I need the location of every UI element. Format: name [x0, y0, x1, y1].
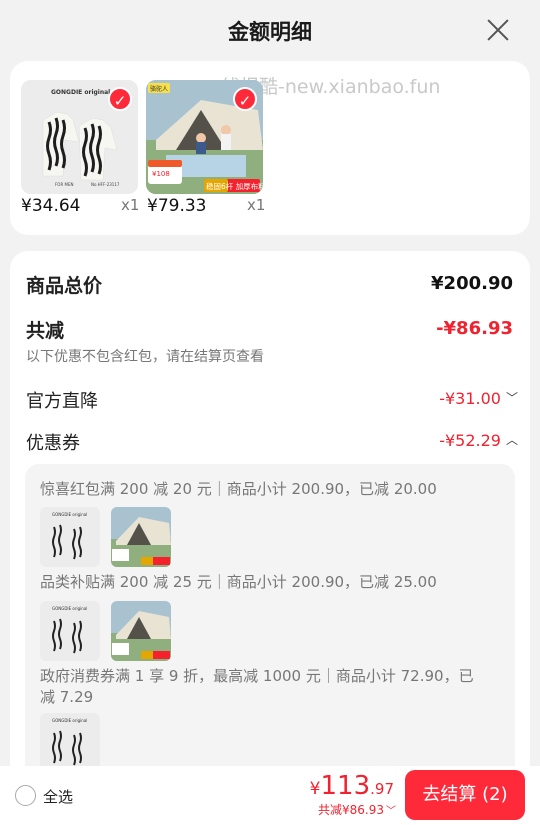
svg-text:GONGDIE original: GONGDIE original	[52, 512, 87, 517]
brand-tag: 骆驼人	[150, 85, 168, 93]
product-image-shirt[interactable]: GONGDIE original FOR MEN No.HFF-23117 ✓	[21, 80, 138, 194]
discount-label: 共减	[26, 320, 65, 342]
svg-text:GONGDIE original: GONGDIE original	[51, 89, 110, 96]
product-image-tent[interactable]: 骆驼人 ¥108 稳固6杆 加厚布料 ✓	[146, 80, 263, 194]
thumb-shirt: GONGDIE original	[40, 713, 100, 773]
official-discount-value: -¥31.00	[439, 389, 501, 408]
close-icon[interactable]	[486, 18, 510, 42]
coupon-item: 惊喜红包满 200 减 20 元｜商品小计 200.90，已减 20.00	[40, 480, 437, 498]
select-all-radio[interactable]	[15, 785, 36, 806]
chevron-down-icon: ﹀	[505, 391, 518, 405]
page-title: 金额明细	[228, 20, 312, 44]
total-label: 商品总价	[26, 275, 103, 297]
official-discount-row[interactable]: -¥31.00 ﹀	[439, 389, 518, 408]
coupon-value: -¥52.29	[439, 431, 501, 450]
saved-amount[interactable]: 共减¥86.93 ﹀	[318, 801, 396, 818]
svg-text:No.HFF-23117: No.HFF-23117	[91, 182, 120, 187]
product-price: ¥34.64	[21, 196, 81, 216]
currency-symbol: ¥	[309, 779, 321, 799]
amount-decimal: .97	[370, 780, 394, 798]
chevron-up-icon: ︿	[505, 433, 518, 447]
product-qty: x1	[121, 196, 140, 214]
thumb-tent	[111, 601, 171, 661]
product-price: ¥79.33	[147, 196, 207, 216]
coupon-item: 政府消费券满 1 享 9 折，最高减 1000 元｜商品小计 72.90，已减 …	[40, 667, 474, 706]
svg-text:FOR MEN: FOR MEN	[55, 182, 73, 187]
total-amount: ¥113.97	[310, 771, 394, 801]
checkout-button[interactable]: 去结算 (2)	[405, 770, 525, 820]
thumb-shirt: GONGDIE original	[40, 601, 100, 661]
official-discount-label: 官方直降	[26, 391, 98, 412]
svg-text:GONGDIE original: GONGDIE original	[52, 606, 87, 611]
coupon-row[interactable]: -¥52.29 ︿	[439, 431, 518, 450]
selected-check-icon[interactable]: ✓	[233, 87, 257, 111]
saved-amount-text: 共减¥86.93	[318, 803, 384, 817]
header: 金额明细	[0, 0, 540, 60]
image-price-tag: ¥108	[152, 170, 170, 178]
svg-text:GONGDIE original: GONGDIE original	[52, 718, 87, 723]
discount-note: 以下优惠不包含红包，请在结算页查看	[26, 349, 264, 365]
product-qty: x1	[247, 196, 266, 214]
select-all-label[interactable]: 全选	[43, 786, 73, 807]
image-badge: 稳固6杆 加厚布料	[206, 181, 263, 191]
coupon-item: 品类补贴满 200 减 25 元｜商品小计 200.90，已减 25.00	[40, 573, 437, 591]
thumb-shirt: GONGDIE original	[40, 507, 100, 567]
discount-value: -¥86.93	[436, 318, 513, 339]
selected-check-icon[interactable]: ✓	[108, 87, 132, 111]
total-value: ¥200.90	[431, 273, 513, 294]
chevron-down-icon: ﹀	[386, 806, 396, 817]
amount-integer: 113	[320, 771, 371, 801]
thumb-tent	[111, 507, 171, 567]
coupon-label: 优惠券	[26, 433, 80, 454]
